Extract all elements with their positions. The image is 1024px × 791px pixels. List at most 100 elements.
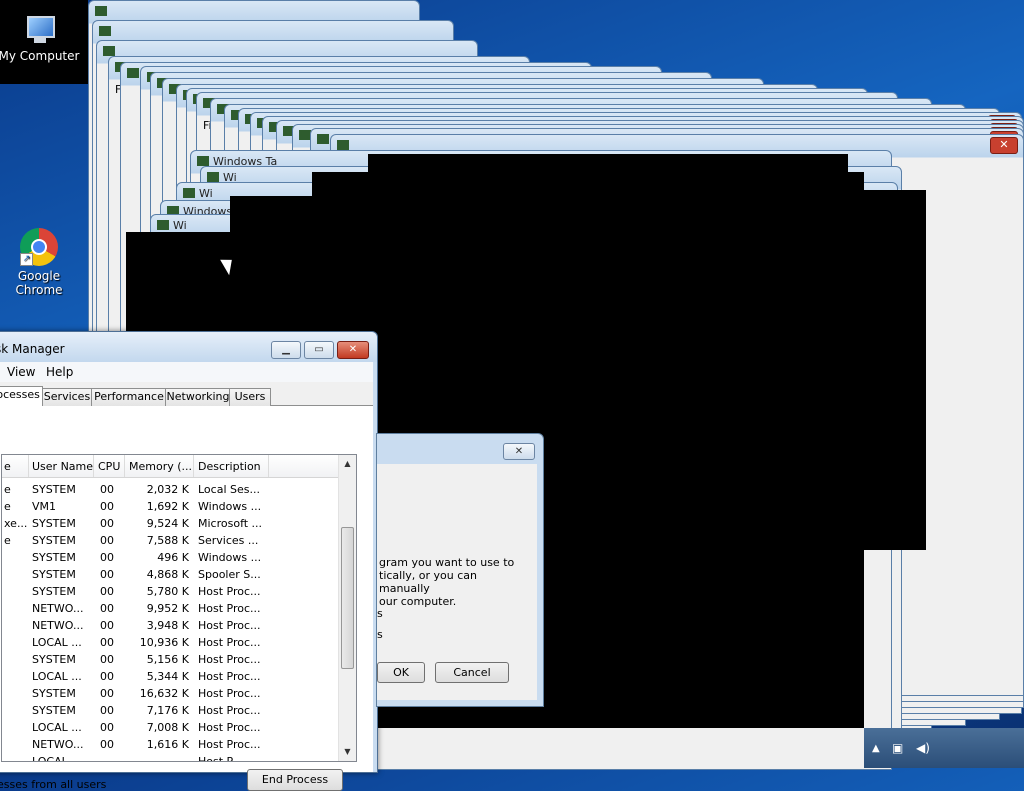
table-row[interactable]: SYSTEM 00 7,176 K Host Proc... — [2, 702, 339, 719]
desktop-icon-label: Google Chrome — [15, 269, 63, 297]
table-row[interactable]: e VM1 00 1,692 K Windows ... — [2, 498, 339, 515]
column-header-user-name[interactable]: User Name — [32, 460, 93, 473]
cell-user: SYSTEM — [32, 585, 76, 598]
ghost-window-title: Wi — [157, 219, 187, 232]
computer-icon — [19, 10, 59, 46]
shortcut-arrow-icon: ↗ — [20, 253, 33, 266]
title-bar[interactable]: sk Manager ▁ ▭ ✕ — [0, 332, 377, 362]
cell-user: SYSTEM — [32, 687, 76, 700]
volume-icon[interactable]: ◀) — [916, 741, 930, 755]
table-row[interactable]: SYSTEM 00 5,780 K Host Proc... — [2, 583, 339, 600]
cell-user: LOCAL ... — [32, 636, 82, 649]
scroll-thumb[interactable] — [341, 527, 354, 669]
tab-performance[interactable]: Performance — [91, 388, 167, 406]
cell-name: xe... — [4, 517, 28, 530]
dialog-fragment: s — [377, 628, 383, 641]
cell-desc: Host Proc... — [198, 585, 261, 598]
cell-desc: Local Ses... — [198, 483, 260, 496]
desktop-icon-label: My Computer — [0, 49, 80, 63]
cell-user: SYSTEM — [32, 653, 76, 666]
table-row[interactable]: NETWO... 00 9,952 K Host Proc... — [2, 600, 339, 617]
show-hidden-icons-icon[interactable]: ▲ — [872, 743, 880, 754]
vertical-scrollbar[interactable]: ▲ ▼ — [338, 455, 356, 761]
cell-cpu: 00 — [100, 636, 114, 649]
dialog-line: tically, or you can manually — [379, 569, 477, 595]
column-header-cpu[interactable]: CPU — [98, 460, 120, 473]
network-icon[interactable]: ▣ — [892, 741, 906, 755]
scroll-down-arrow-icon[interactable]: ▼ — [339, 745, 356, 759]
menu-help[interactable]: Help — [46, 365, 73, 379]
show-processes-all-users-label[interactable]: esses from all users — [0, 778, 106, 791]
cell-cpu: 00 — [100, 653, 114, 666]
cell-mem: 3,948 K — [146, 619, 189, 632]
cell-cpu: 00 — [100, 602, 114, 615]
column-header-description[interactable]: Description — [198, 460, 261, 473]
end-process-button[interactable]: End Process — [247, 769, 343, 791]
app-icon — [183, 188, 195, 198]
table-row[interactable]: LOCAL ... 00 7,008 K Host Proc... — [2, 719, 339, 736]
dialog-message: gram you want to use to tically, or you … — [379, 556, 529, 608]
minimize-button[interactable]: ▁ — [271, 341, 301, 359]
google-chrome-desktop-icon[interactable]: ↗ Google Chrome — [0, 228, 81, 297]
table-row[interactable]: LOCAL ... 00 5,344 K Host Proc... — [2, 668, 339, 685]
cell-cpu: 00 — [100, 500, 114, 513]
cell-user: SYSTEM — [32, 551, 76, 564]
cell-desc: Windows ... — [198, 551, 262, 564]
dialog-close-button[interactable]: ✕ — [503, 443, 535, 460]
table-row[interactable]: NETWO... 00 3,948 K Host Proc... — [2, 617, 339, 634]
column-header-memory[interactable]: Memory (... — [129, 460, 192, 473]
cell-mem: 7,176 K — [146, 704, 189, 717]
table-row[interactable]: SYSTEM 00 16,632 K Host Proc... — [2, 685, 339, 702]
system-tray: ▲ ▣ ◀) — [864, 728, 1024, 768]
menu-view[interactable]: View — [7, 365, 35, 379]
cell-mem: 7,588 K — [146, 534, 189, 547]
close-button[interactable]: ✕ — [337, 341, 369, 359]
cell-cpu: 00 — [100, 568, 114, 581]
ok-button[interactable]: OK — [377, 662, 425, 683]
cell-user: SYSTEM — [32, 568, 76, 581]
cell-mem: 4,868 K — [146, 568, 189, 581]
tab-services[interactable]: Services — [41, 388, 93, 406]
cell-mem: 9,524 K — [146, 517, 189, 530]
table-row[interactable]: NETWO... 00 1,616 K Host Proc... — [2, 736, 339, 753]
list-header: e User Name CPU Memory (... Description — [2, 455, 339, 478]
table-row[interactable]: LOCAL ... Host P... — [2, 753, 339, 762]
app-icon — [317, 134, 329, 144]
tab-processes[interactable]: rocesses — [0, 386, 43, 406]
window-title: sk Manager — [0, 342, 65, 356]
table-row[interactable]: xe... SYSTEM 00 9,524 K Microsoft ... — [2, 515, 339, 532]
table-row[interactable]: SYSTEM 00 4,868 K Spooler S... — [2, 566, 339, 583]
tab-users[interactable]: Users — [229, 388, 271, 406]
default-programs-dialog[interactable]: ✕ gram you want to use to tically, or yo… — [376, 433, 544, 707]
maximize-button[interactable]: ▭ — [304, 341, 334, 359]
cancel-button[interactable]: Cancel — [435, 662, 509, 683]
table-row[interactable]: LOCAL ... 00 10,936 K Host Proc... — [2, 634, 339, 651]
table-row[interactable]: e SYSTEM 00 7,588 K Services ... — [2, 532, 339, 549]
my-computer-desktop-icon[interactable]: My Computer — [0, 10, 81, 63]
cell-desc: Windows ... — [198, 500, 262, 513]
column-header-image-name[interactable]: e — [4, 460, 11, 473]
cell-desc: Host P... — [198, 755, 242, 762]
cell-mem: 16,632 K — [139, 687, 189, 700]
cell-mem: 5,344 K — [146, 670, 189, 683]
tab-strip: rocesses Services Performance Networking… — [0, 386, 373, 406]
app-icon — [95, 6, 107, 16]
cell-desc: Host Proc... — [198, 636, 261, 649]
table-row[interactable]: e SYSTEM 00 2,032 K Local Ses... — [2, 481, 339, 498]
cell-desc: Spooler S... — [198, 568, 261, 581]
app-icon — [127, 68, 139, 78]
cell-cpu: 00 — [100, 619, 114, 632]
process-list[interactable]: e User Name CPU Memory (... Description … — [1, 454, 357, 762]
tab-networking[interactable]: Networking — [165, 388, 231, 406]
cell-mem: 10,936 K — [139, 636, 189, 649]
cell-cpu: 00 — [100, 738, 114, 751]
cell-user: LOCAL ... — [32, 721, 82, 734]
table-row[interactable]: SYSTEM 00 5,156 K Host Proc... — [2, 651, 339, 668]
dialog-line: gram you want to use to — [379, 556, 515, 569]
table-row[interactable]: SYSTEM 00 496 K Windows ... — [2, 549, 339, 566]
cell-name: e — [4, 483, 11, 496]
ghost-window-title — [95, 5, 111, 18]
scroll-up-arrow-icon[interactable]: ▲ — [339, 457, 356, 471]
task-manager-window[interactable]: sk Manager ▁ ▭ ✕ View Help e User Name C… — [0, 331, 378, 791]
cell-desc: Host Proc... — [198, 721, 261, 734]
